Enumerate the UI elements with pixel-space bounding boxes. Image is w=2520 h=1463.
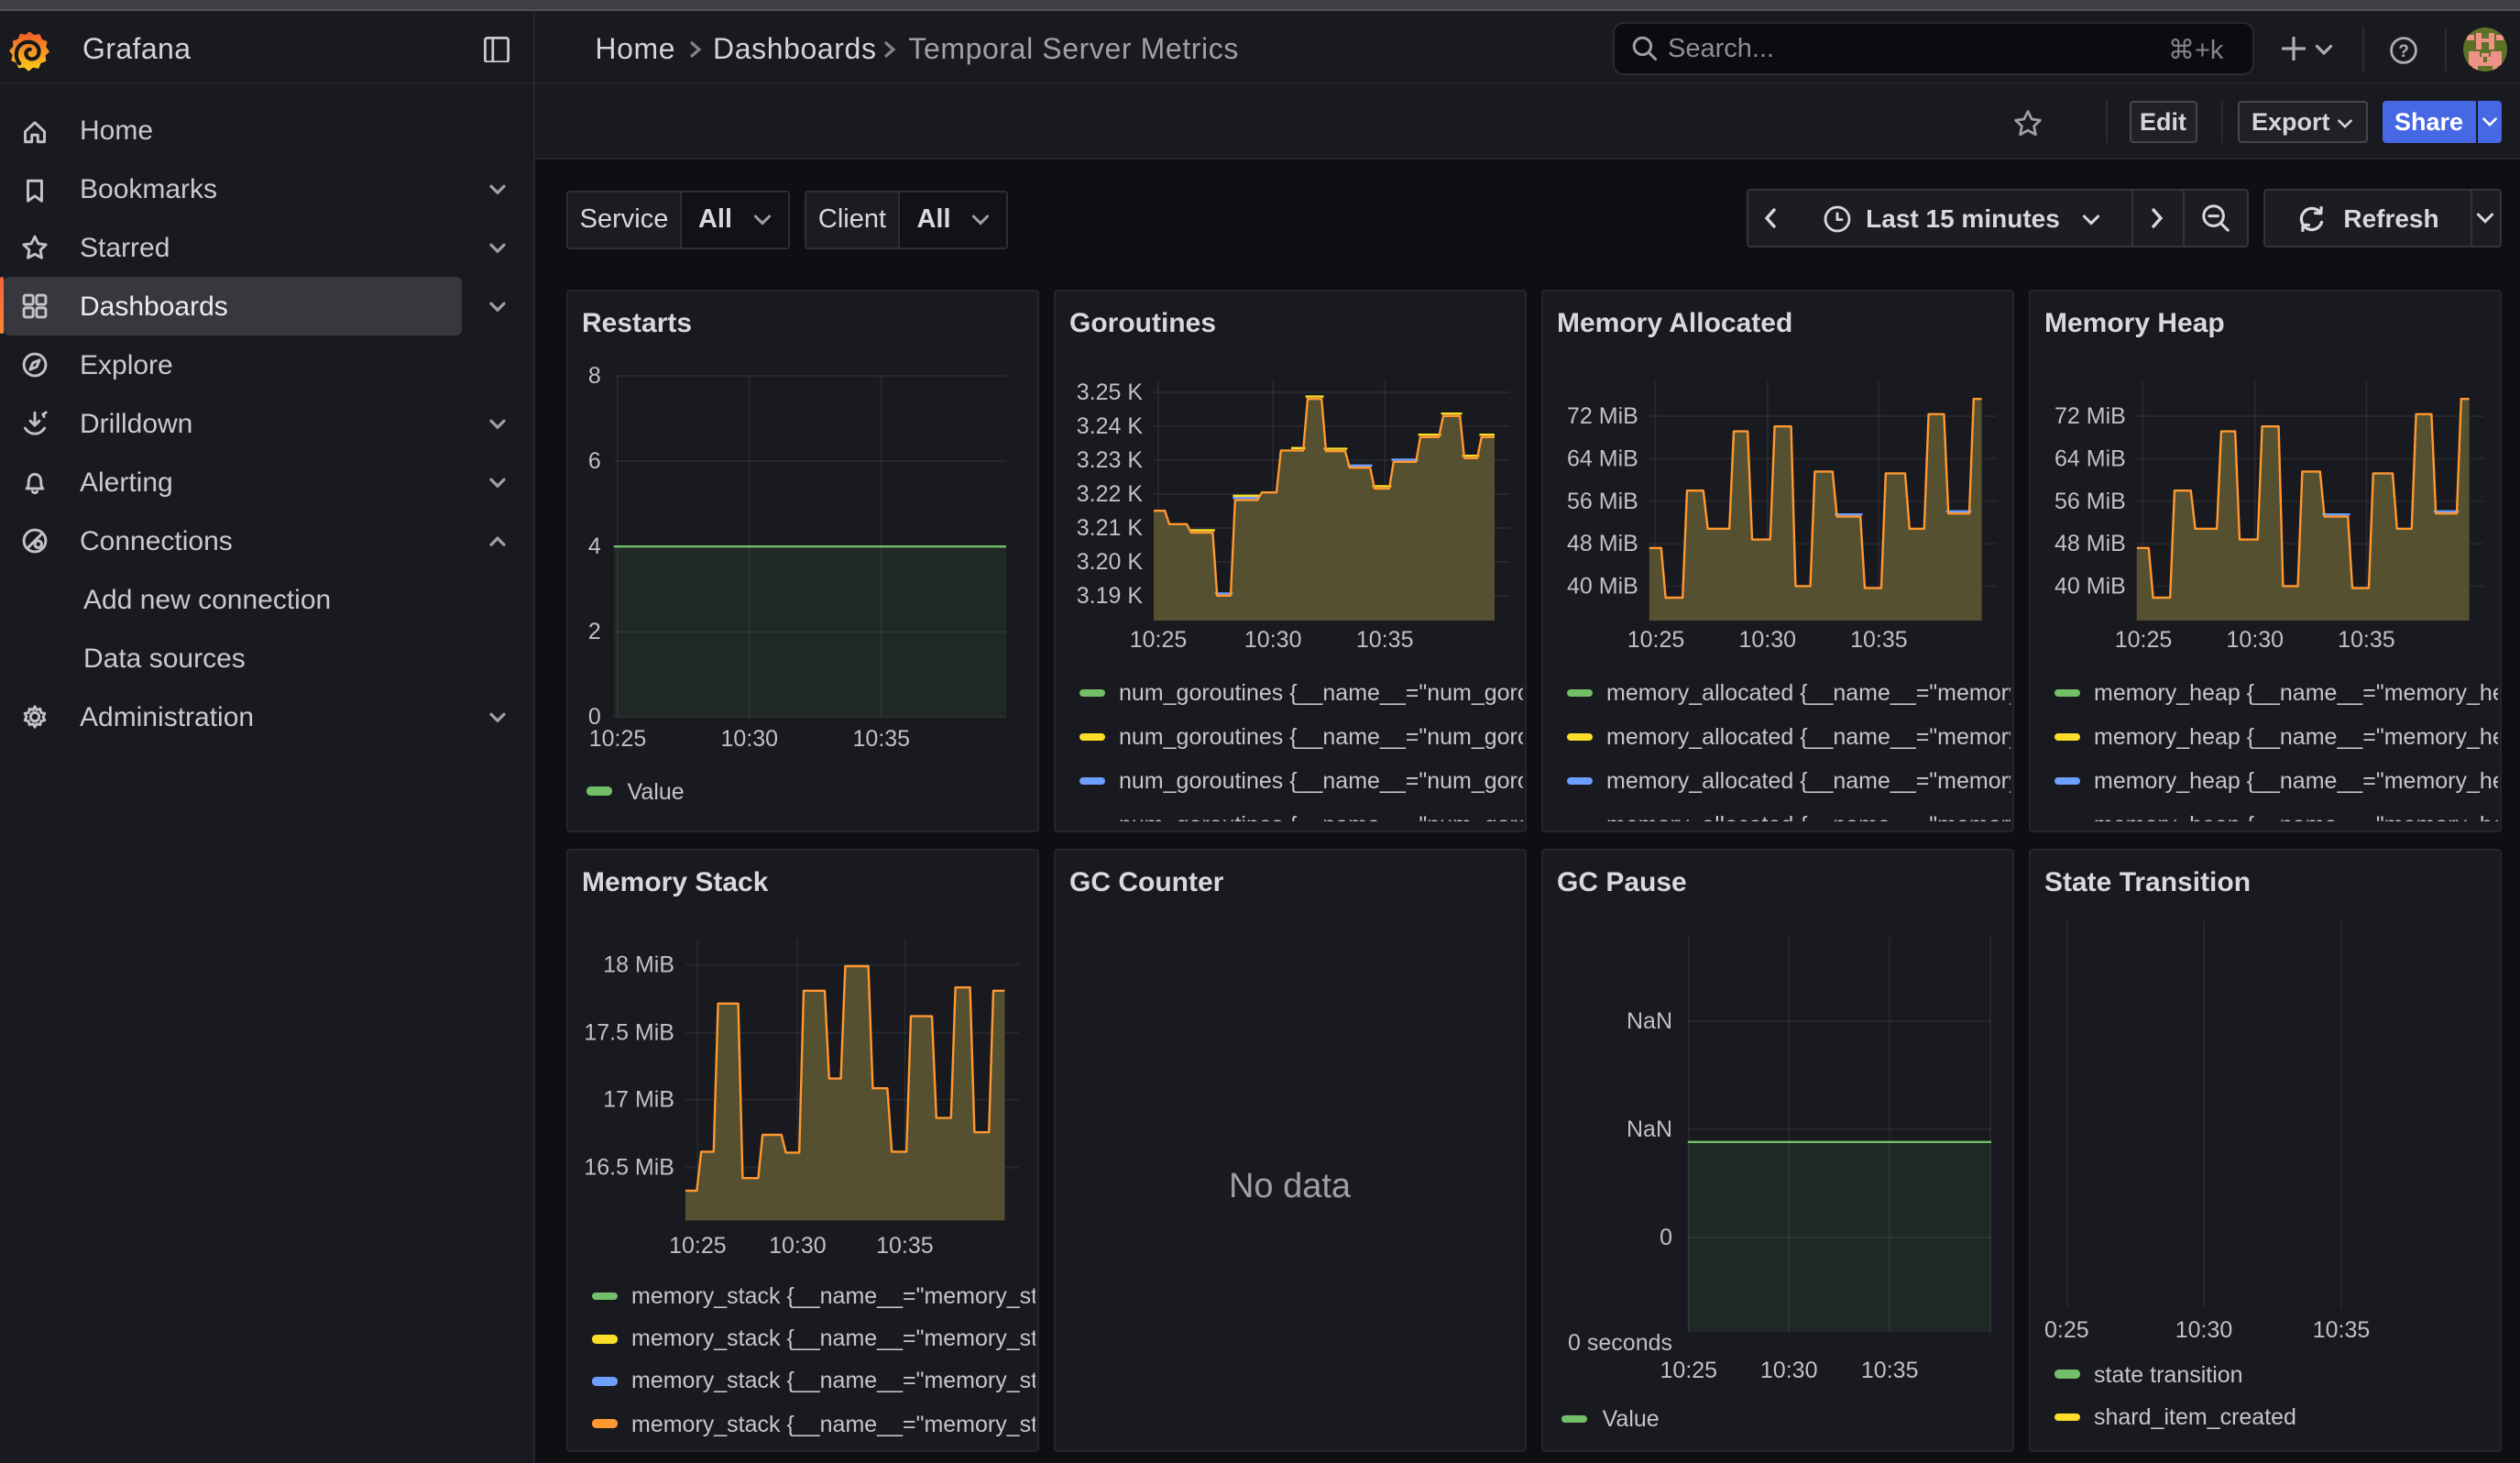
svg-text:10:25: 10:25 <box>588 726 646 752</box>
svg-text:10:35: 10:35 <box>1860 1358 1918 1383</box>
svg-text:3.24 K: 3.24 K <box>1076 413 1143 439</box>
svg-text:10:35: 10:35 <box>852 726 910 752</box>
svg-text:17.5 MiB: 17.5 MiB <box>583 1020 674 1046</box>
svg-text:10:35: 10:35 <box>1355 627 1413 653</box>
svg-text:10:30: 10:30 <box>720 726 778 752</box>
svg-text:?: ? <box>2398 41 2409 60</box>
svg-text:10:30: 10:30 <box>2226 627 2284 653</box>
svg-text:10:30: 10:30 <box>1738 627 1796 653</box>
svg-text:3.21 K: 3.21 K <box>1076 515 1143 541</box>
svg-text:6: 6 <box>587 448 600 474</box>
svg-text:18 MiB: 18 MiB <box>602 952 674 978</box>
svg-text:10:25: 10:25 <box>1627 627 1684 653</box>
svg-text:8: 8 <box>587 363 600 389</box>
svg-text:10:30: 10:30 <box>1759 1358 1817 1383</box>
svg-text:16.5 MiB: 16.5 MiB <box>583 1155 674 1181</box>
svg-text:0 seconds: 0 seconds <box>1567 1330 1671 1356</box>
svg-text:3.19 K: 3.19 K <box>1076 583 1143 609</box>
svg-text:2: 2 <box>587 619 600 644</box>
svg-text:10:35: 10:35 <box>875 1233 933 1259</box>
svg-text:3.22 K: 3.22 K <box>1076 481 1143 507</box>
svg-text:4: 4 <box>587 534 600 559</box>
svg-text:10:25: 10:25 <box>668 1233 726 1259</box>
svg-text:10:25: 10:25 <box>1129 627 1187 653</box>
svg-text:48 MiB: 48 MiB <box>1566 531 1638 556</box>
svg-text:64 MiB: 64 MiB <box>1566 446 1638 471</box>
svg-text:3.23 K: 3.23 K <box>1076 447 1143 473</box>
svg-text:56 MiB: 56 MiB <box>2054 489 2125 514</box>
svg-text:10:25: 10:25 <box>1660 1358 1717 1383</box>
svg-text:64 MiB: 64 MiB <box>2054 446 2125 471</box>
svg-text:0:25: 0:25 <box>2043 1317 2088 1343</box>
svg-text:10:35: 10:35 <box>1849 627 1907 653</box>
svg-text:10:35: 10:35 <box>2337 627 2394 653</box>
svg-text:10:30: 10:30 <box>2175 1317 2232 1343</box>
svg-text:72 MiB: 72 MiB <box>1566 403 1638 429</box>
svg-text:3.25 K: 3.25 K <box>1076 380 1143 405</box>
svg-text:10:35: 10:35 <box>2312 1317 2370 1343</box>
svg-text:40 MiB: 40 MiB <box>2054 574 2125 600</box>
svg-text:NaN: NaN <box>1626 1008 1671 1034</box>
svg-text:56 MiB: 56 MiB <box>1566 489 1638 514</box>
svg-text:17 MiB: 17 MiB <box>602 1087 674 1113</box>
svg-text:48 MiB: 48 MiB <box>2054 531 2125 556</box>
svg-text:0: 0 <box>1659 1225 1671 1250</box>
svg-text:10:25: 10:25 <box>2114 627 2172 653</box>
svg-text:3.20 K: 3.20 K <box>1076 549 1143 575</box>
svg-text:NaN: NaN <box>1626 1116 1671 1142</box>
svg-text:40 MiB: 40 MiB <box>1566 574 1638 600</box>
svg-text:72 MiB: 72 MiB <box>2054 403 2125 429</box>
svg-text:10:30: 10:30 <box>768 1233 826 1259</box>
svg-text:10:30: 10:30 <box>1244 627 1301 653</box>
